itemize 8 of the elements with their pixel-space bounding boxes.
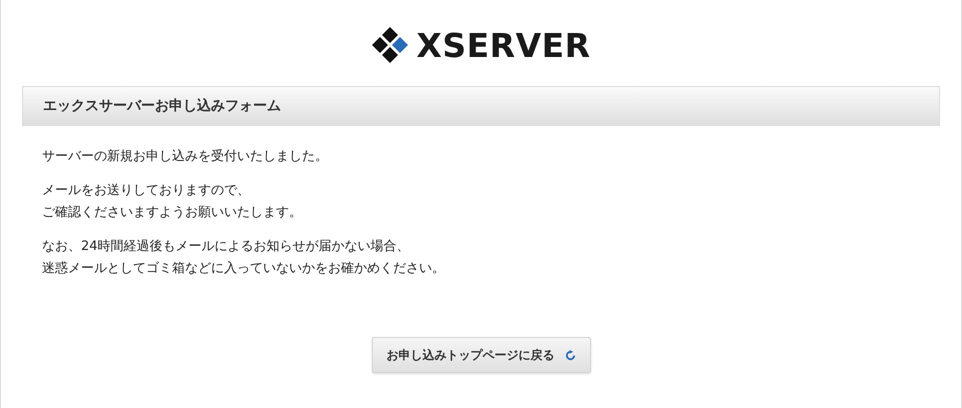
message-paragraph: サーバーの新規お申し込みを受付いたしました。	[42, 148, 329, 166]
refresh-icon	[564, 350, 576, 360]
back-to-top-button[interactable]: お申し込みトップページに戻る	[372, 337, 590, 373]
message-paragraph: なお、24時間経過後もメールによるお知らせが届かない場合、 迷惑メールとしてゴミ箱などに入っていないかをお確かめください。	[42, 238, 446, 278]
panel-header: エックスサーバーお申し込みフォーム	[22, 86, 940, 126]
message-paragraph: メールをお送りしておりますので、 ご確認くださいますようお願いいたします。	[42, 182, 303, 222]
diamonds-logo-icon	[371, 26, 410, 64]
logo-text: XSERVER	[416, 28, 591, 62]
